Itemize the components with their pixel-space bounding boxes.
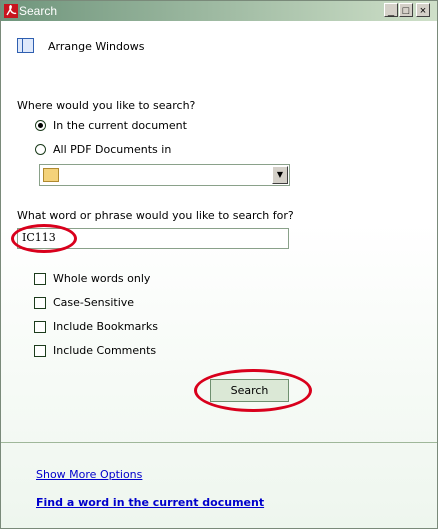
show-more-options-link[interactable]: Show More Options: [36, 468, 142, 481]
where-question: Where would you like to search?: [17, 99, 196, 112]
minimize-button[interactable]: _: [384, 3, 398, 17]
include-bookmarks-label[interactable]: Include Bookmarks: [53, 320, 158, 333]
window-title: Search: [19, 4, 58, 18]
close-button[interactable]: ×: [416, 3, 430, 17]
chevron-down-icon[interactable]: ▼: [272, 166, 288, 184]
include-bookmarks-checkbox[interactable]: [34, 321, 46, 333]
include-comments-label[interactable]: Include Comments: [53, 344, 156, 357]
radio-current-document-label[interactable]: In the current document: [53, 119, 187, 132]
location-dropdown[interactable]: ▼: [39, 164, 290, 186]
radio-all-pdf-label[interactable]: All PDF Documents in: [53, 143, 171, 156]
arrange-windows-link[interactable]: Arrange Windows: [48, 40, 144, 53]
whole-words-checkbox[interactable]: [34, 273, 46, 285]
title-bar[interactable]: Search _ □ ×: [1, 1, 437, 21]
maximize-icon: □: [402, 5, 410, 17]
case-sensitive-label[interactable]: Case-Sensitive: [53, 296, 134, 309]
highlight-ring-search: [194, 369, 312, 412]
maximize-button[interactable]: □: [399, 3, 413, 17]
arrange-windows-icon[interactable]: [17, 38, 34, 53]
close-icon: ×: [419, 5, 427, 17]
radio-all-pdf[interactable]: [35, 144, 46, 155]
divider: [1, 442, 437, 443]
whole-words-label[interactable]: Whole words only: [53, 272, 150, 285]
highlight-ring-query: [11, 224, 77, 253]
find-word-link[interactable]: Find a word in the current document: [36, 496, 264, 509]
search-window: Search _ □ × Arrange Windows Where would…: [0, 0, 438, 529]
acrobat-icon: [4, 4, 18, 18]
radio-current-document[interactable]: [35, 120, 46, 131]
minimize-icon: _: [387, 5, 395, 17]
what-question: What word or phrase would you like to se…: [17, 209, 294, 222]
include-comments-checkbox[interactable]: [34, 345, 46, 357]
folder-icon: [43, 168, 59, 182]
case-sensitive-checkbox[interactable]: [34, 297, 46, 309]
